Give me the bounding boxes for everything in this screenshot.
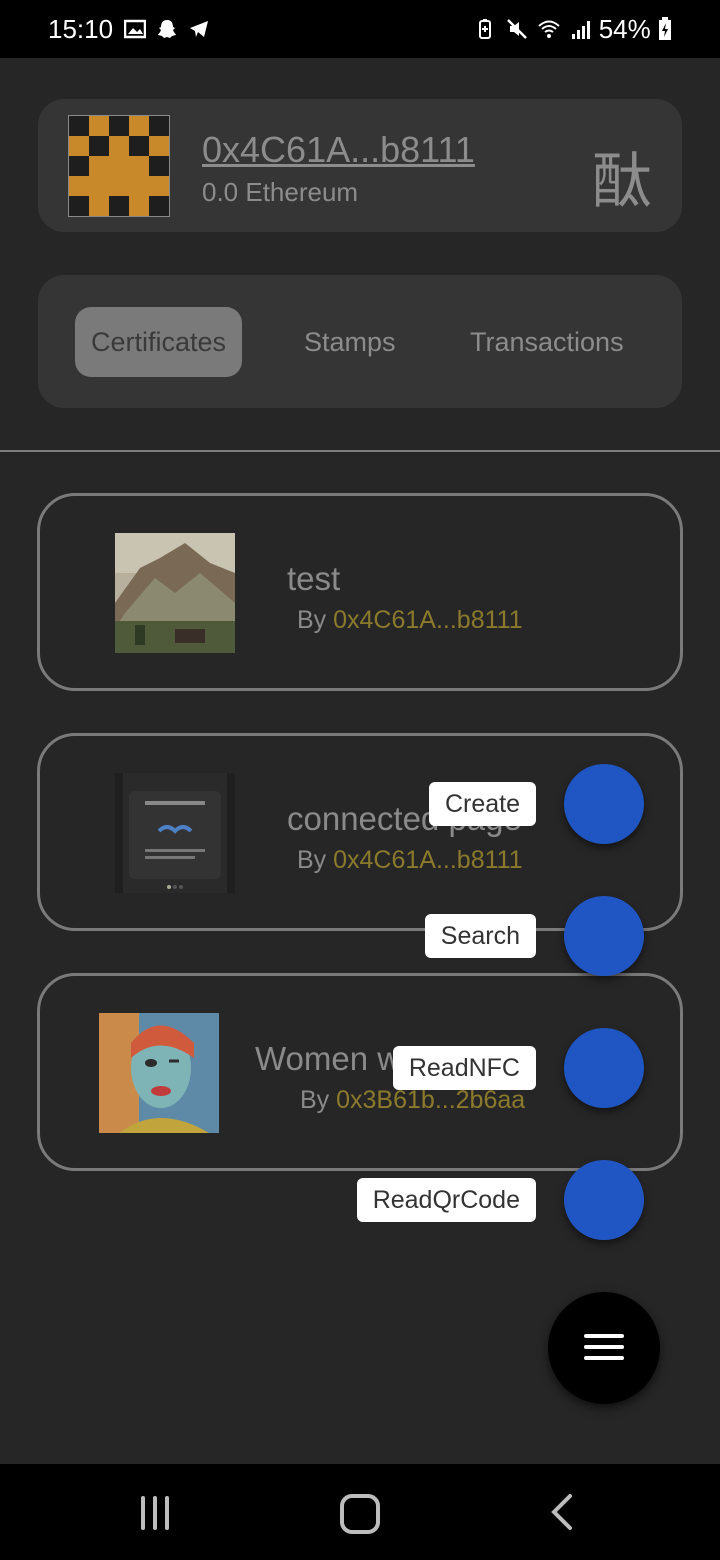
read-nfc-button[interactable] (564, 1028, 644, 1108)
wallet-card: 0x4C61A...b8111 0.0 Ethereum 酞 (38, 99, 682, 232)
telegram-icon (190, 21, 208, 37)
wifi-icon (538, 20, 560, 38)
tab-bar: Certificates Stamps Transactions (38, 275, 682, 408)
system-nav-bar (0, 1464, 720, 1560)
menu-fab-button[interactable] (548, 1292, 660, 1404)
tab-transactions[interactable]: Transactions (454, 307, 640, 377)
create-label[interactable]: Create (428, 782, 536, 826)
certificate-title: test (287, 560, 341, 597)
certificate-author: By 0x3B61b...2b6aa (300, 1086, 526, 1114)
tab-certificates[interactable]: Certificates (75, 307, 243, 377)
certificate-card[interactable]: test By 0x4C61A...b8111 (37, 493, 683, 691)
read-nfc-label[interactable]: ReadNFC (392, 1046, 536, 1090)
divider (0, 450, 720, 452)
tab-stamps[interactable]: Stamps (288, 307, 412, 377)
back-icon[interactable] (548, 1492, 574, 1532)
certificate-owner[interactable]: 0x4C61A...b8111 (333, 606, 523, 634)
read-qrcode-label[interactable]: ReadQrCode (356, 1178, 536, 1222)
gallery-icon (124, 19, 146, 39)
language-glyph[interactable]: 酞 (592, 133, 652, 220)
search-button[interactable] (564, 896, 644, 976)
search-label[interactable]: Search (424, 914, 536, 958)
recents-icon[interactable] (141, 1496, 175, 1530)
wallet-avatar[interactable] (68, 115, 170, 217)
certificate-thumbnail (99, 1013, 219, 1133)
mute-icon (507, 19, 527, 39)
create-button[interactable] (564, 764, 644, 844)
signal-icon (572, 21, 590, 39)
snapchat-icon (158, 20, 176, 38)
home-icon[interactable] (340, 1494, 380, 1534)
wallet-balance: 0.0 Ethereum (202, 177, 359, 207)
battery-icon (659, 17, 671, 40)
read-qrcode-button[interactable] (564, 1160, 644, 1240)
status-bar: 15:10 54% (0, 0, 720, 58)
certificate-author: By 0x4C61A...b8111 (297, 606, 523, 634)
battery-saver-icon (479, 19, 491, 39)
certificate-owner[interactable]: 0x4C61A...b8111 (333, 846, 523, 874)
menu-icon (584, 1334, 624, 1367)
certificate-author: By 0x4C61A...b8111 (297, 846, 523, 874)
battery-percent: 54% (598, 14, 651, 44)
certificate-owner[interactable]: 0x3B61b...2b6aa (336, 1086, 525, 1114)
status-time: 15:10 (48, 14, 114, 44)
wallet-address[interactable]: 0x4C61A...b8111 (202, 129, 475, 171)
certificate-thumbnail (115, 533, 235, 653)
certificate-thumbnail (115, 773, 235, 893)
